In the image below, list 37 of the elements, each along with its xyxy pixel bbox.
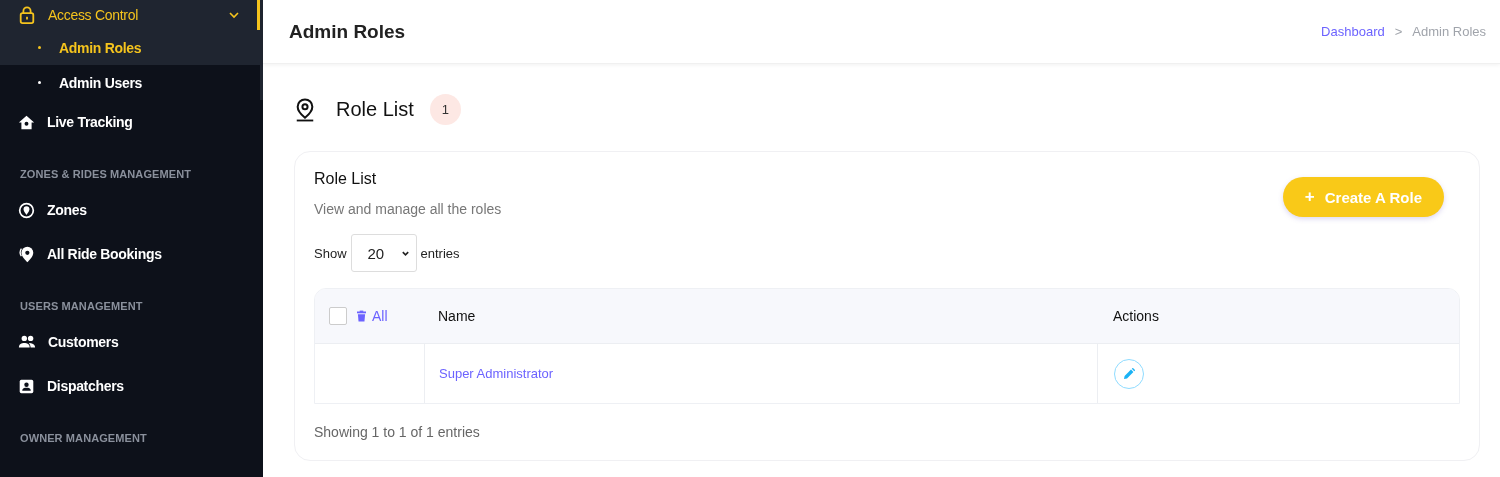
breadcrumb-link[interactable]: Dashboard (1321, 24, 1385, 39)
edit-button[interactable] (1114, 358, 1144, 389)
checkbox[interactable] (329, 307, 347, 325)
section-title: Role List (336, 97, 414, 121)
role-name-link[interactable]: Super Administrator (439, 366, 554, 381)
chevron-down-icon (228, 9, 240, 21)
delete-all-button[interactable]: All (357, 308, 388, 324)
show-label: Show (314, 245, 347, 261)
card-subtitle: View and manage all the roles (314, 201, 502, 217)
sidebar-item[interactable]: Zones (0, 188, 263, 232)
card-title: Role List (314, 170, 378, 188)
sidebar-section-heading: USERS MANAGEMENT (20, 300, 143, 312)
map-pin-icon (18, 245, 35, 263)
page-title: Admin Roles (289, 20, 406, 43)
entries-select[interactable]: 20 (350, 234, 417, 272)
count-badge: 1 (429, 93, 461, 125)
table-info: Showing 1 to 1 of 1 entries (314, 424, 481, 440)
map-pin-icon (294, 96, 316, 122)
lock-icon (18, 6, 36, 24)
column-header: Name (437, 307, 477, 326)
breadcrumb-current: Admin Roles (1412, 24, 1486, 39)
sidebar-subitem[interactable]: Admin Users (0, 65, 260, 100)
house-icon (18, 113, 35, 131)
location-icon (18, 201, 35, 219)
sidebar-section-heading: OWNER MANAGEMENT (20, 432, 147, 444)
trash-icon (357, 310, 366, 322)
sidebar-item[interactable]: Dispatchers (0, 364, 263, 408)
sidebar-item[interactable]: All Ride Bookings (0, 232, 263, 276)
sidebar-item[interactable]: Customers (0, 320, 263, 364)
sidebar-item[interactable]: Live Tracking (0, 100, 263, 144)
entries-label: entries (420, 245, 460, 261)
id-card-icon (18, 377, 35, 395)
sidebar-group[interactable]: Access Control (0, 0, 260, 30)
column-header: Actions (1112, 307, 1160, 326)
pencil-icon (1123, 367, 1135, 380)
sidebar-section-heading: ZONES & RIDES MANAGEMENT (20, 168, 192, 180)
breadcrumb-separator: > (1394, 24, 1403, 39)
